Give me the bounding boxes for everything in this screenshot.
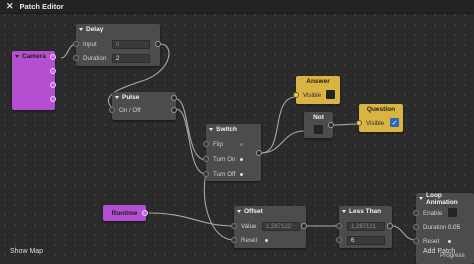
patch-header: Answer [296, 76, 340, 87]
collapse-arrow-icon[interactable] [419, 197, 423, 200]
patch-header: Less Than [339, 206, 392, 217]
patch-header: Runtime [103, 205, 146, 221]
patch-title: Answer [306, 78, 330, 85]
wire-switch-not [260, 130, 305, 154]
input-port[interactable] [336, 237, 342, 243]
patch-question[interactable]: Question Visible ✓ [356, 104, 403, 132]
visible-label: Visible [366, 119, 385, 127]
collapse-arrow-icon[interactable] [115, 96, 119, 99]
patch-header: Camera [12, 51, 55, 62]
patch-not[interactable]: Not [304, 112, 334, 138]
patch-pulse[interactable]: Pulse On / Off [109, 92, 177, 120]
wire-switch-answer [260, 96, 297, 154]
wire-runtime-offset [148, 212, 235, 227]
input-field[interactable]: 0 [112, 40, 150, 49]
output-port[interactable] [50, 68, 56, 74]
visible-checkbox[interactable] [326, 90, 335, 99]
collapse-arrow-icon[interactable] [79, 28, 83, 31]
output-port[interactable] [50, 96, 56, 102]
value-a-field[interactable]: 1,287121 [347, 222, 385, 231]
not-checkbox[interactable] [314, 125, 323, 134]
patch-header: Offset [234, 206, 306, 217]
patch-header: Question [359, 104, 403, 115]
value-field[interactable]: 1,287122 [262, 222, 300, 231]
reset-label: Reset [241, 236, 258, 244]
wire-pulse-switch-off [175, 108, 207, 175]
wire-not-question [332, 123, 360, 126]
input-label: Input [83, 40, 97, 48]
output-port[interactable] [155, 41, 161, 47]
patch-title: Pulse [122, 94, 140, 101]
patch-header: Delay [76, 24, 160, 35]
patch-less-than[interactable]: Less Than 1,287121 6 [336, 206, 393, 248]
show-map-button[interactable]: Show Map [10, 248, 43, 255]
wire-switch-offset-reset [203, 173, 235, 241]
patch-header: Pulse [112, 92, 176, 103]
output-port[interactable] [50, 54, 56, 60]
patch-title: Camera [22, 53, 46, 60]
window-title: Patch Editor [19, 2, 64, 11]
patch-header: Loop Animation [416, 191, 474, 206]
patch-title: Offset [244, 208, 263, 215]
patch-camera[interactable]: Camera [12, 51, 56, 110]
title-bar: ✕ Patch Editor [0, 0, 474, 14]
duration-field[interactable]: 2 [112, 54, 150, 63]
patch-title: Less Than [349, 208, 382, 215]
patch-runtime[interactable]: Runtime [103, 205, 148, 221]
patch-title: Switch [216, 126, 237, 133]
reset-label: Reset [423, 237, 440, 245]
patch-offset[interactable]: Offset Value 1,287122 Reset [231, 206, 307, 248]
onoff-label: On / Off [119, 106, 141, 114]
patch-delay[interactable]: Delay Input 0 Duration 2 [73, 24, 161, 66]
flip-indicator [240, 143, 243, 146]
input-port[interactable] [336, 223, 342, 229]
reset-indicator [265, 239, 268, 242]
turn-off-label: Turn Off [213, 170, 236, 178]
close-icon[interactable]: ✕ [6, 1, 14, 12]
value-label: Value [241, 222, 257, 230]
patch-title: Loop Animation [426, 191, 458, 206]
turn-on-indicator [240, 158, 243, 161]
output-port[interactable] [301, 223, 307, 229]
visible-label: Visible [303, 91, 322, 99]
output-port[interactable] [50, 82, 56, 88]
flip-label: Flip [213, 140, 223, 148]
patch-title: Question [366, 106, 396, 113]
wire-pulse-switch-on [175, 98, 207, 161]
add-patch-button[interactable]: Add Patch [423, 248, 455, 255]
patch-switch[interactable]: Switch Flip Turn On Turn Off [203, 124, 262, 181]
patch-title: Not [313, 114, 324, 121]
output-port[interactable] [256, 150, 262, 156]
enable-checkbox[interactable] [448, 208, 457, 217]
visible-checkbox[interactable]: ✓ [390, 118, 399, 127]
patch-title: Runtime [111, 209, 138, 217]
duration-label: Duration [83, 54, 107, 62]
turn-on-label: Turn On [213, 155, 236, 163]
collapse-arrow-icon[interactable] [209, 128, 213, 131]
output-port[interactable] [387, 223, 393, 229]
collapse-arrow-icon[interactable] [237, 210, 241, 213]
patch-header: Switch [206, 124, 261, 135]
collapse-arrow-icon[interactable] [342, 210, 346, 213]
reset-indicator [448, 240, 451, 243]
output-port[interactable] [171, 95, 177, 101]
output-port[interactable] [328, 122, 334, 128]
output-port[interactable] [171, 107, 177, 113]
duration-value[interactable]: 0.05 [446, 220, 460, 234]
value-b-field[interactable]: 6 [347, 236, 385, 245]
duration-label: Duration [423, 223, 447, 231]
output-port[interactable] [142, 210, 148, 216]
enable-label: Enable [423, 209, 443, 217]
checkmark-icon: ✓ [391, 119, 398, 127]
collapse-arrow-icon[interactable] [15, 55, 19, 58]
turn-off-indicator [240, 173, 243, 176]
patch-title: Delay [86, 26, 104, 33]
patch-answer[interactable]: Answer Visible [293, 76, 340, 104]
